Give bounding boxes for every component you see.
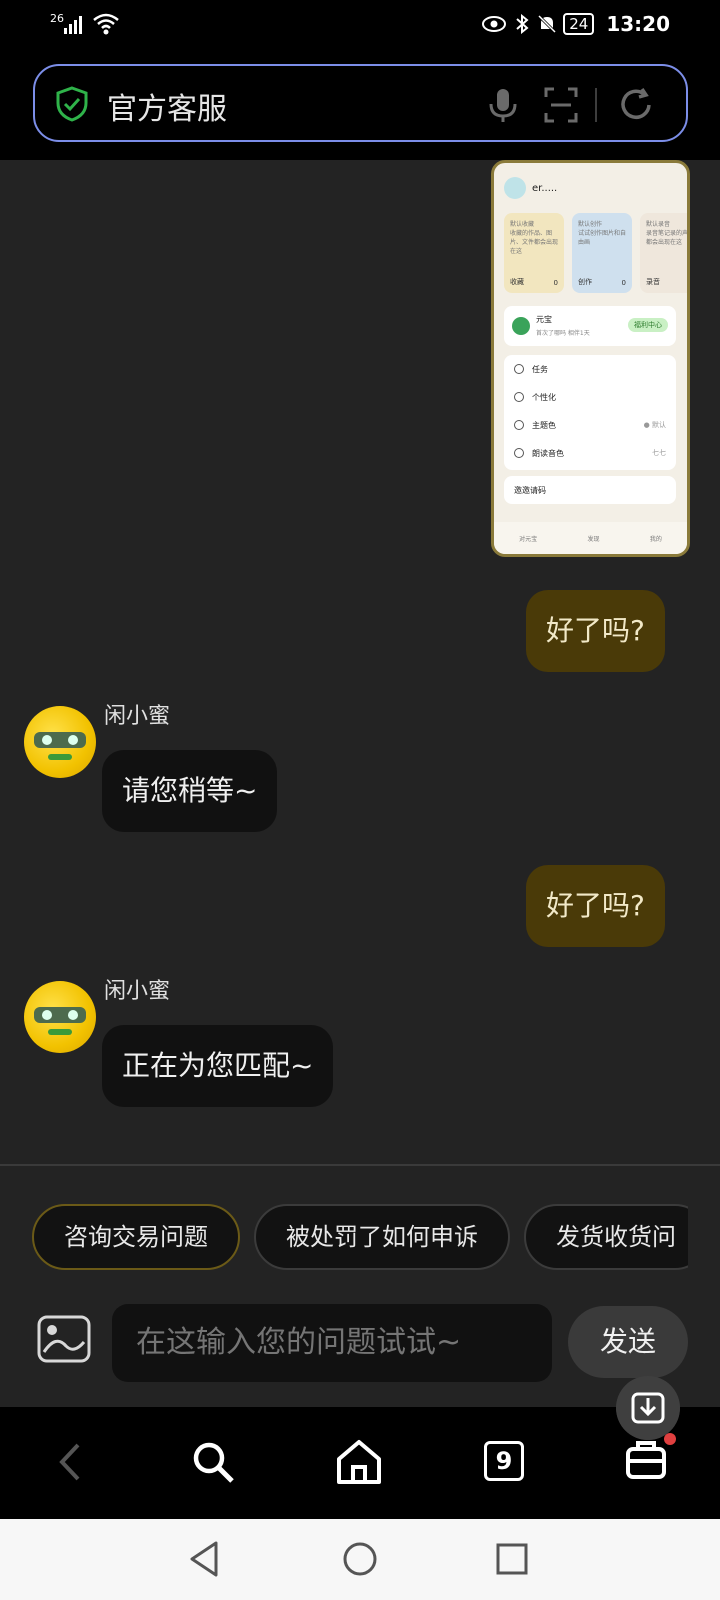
card-count: 0 xyxy=(621,279,626,287)
agent-avatar[interactable] xyxy=(24,981,96,1053)
list-item: 任务 xyxy=(504,355,676,383)
my-message-bubble[interactable]: 好了吗? xyxy=(526,590,665,672)
bluetooth-icon xyxy=(516,14,529,34)
vip-name: 元宝 xyxy=(536,315,552,324)
card-desc: 试试创作图片和自由画 xyxy=(578,230,627,246)
send-button[interactable]: 发送 xyxy=(568,1306,688,1378)
screenshot-card: 默认录音 录音笔记录的声音都会出现在这 录音 0 xyxy=(640,213,690,293)
screenshot-profile-header: er..... xyxy=(504,177,557,199)
quick-reply-bar[interactable]: 咨询交易问题 被处罚了如何申诉 发货收货问 xyxy=(32,1204,688,1270)
screenshot-profile-name: er..... xyxy=(532,182,558,194)
screenshot-nav-item: 对元宝 xyxy=(519,535,538,543)
message-input[interactable] xyxy=(112,1304,552,1382)
status-right-group: 24 13:20 xyxy=(481,12,670,36)
card-count: 0 xyxy=(553,279,558,287)
list-item-value: ● 默认 xyxy=(643,421,666,429)
back-arrow-icon[interactable] xyxy=(46,1437,96,1487)
quick-reply-chip[interactable]: 咨询交易问题 xyxy=(32,1204,240,1270)
list-item-label: 主题色 xyxy=(532,420,556,430)
waveform-icon xyxy=(514,448,524,458)
microphone-icon[interactable] xyxy=(485,86,521,124)
card-desc: 收藏的作品、图片、文件都会出现在这 xyxy=(510,230,559,255)
card-title: 默认创作 xyxy=(578,221,603,228)
screenshot-cards: 默认收藏 收藏的作品、图片、文件都会出现在这 收藏 0 默认创作 试试创作图片和… xyxy=(504,213,690,293)
list-item: 个性化 xyxy=(504,383,676,411)
sliders-icon xyxy=(514,392,524,402)
sender-name: 闲小蜜 xyxy=(104,704,171,729)
notification-dot xyxy=(664,1433,676,1445)
chat-footer: 咨询交易问题被处罚了如何申诉发货收货问 发送 xyxy=(0,1164,720,1407)
card-title: 默认录音 xyxy=(646,221,671,228)
agent-avatar[interactable] xyxy=(24,706,96,778)
alarm-icon xyxy=(514,364,524,374)
nav-recents-icon[interactable] xyxy=(492,1539,532,1579)
card-label: 收藏 xyxy=(510,278,524,286)
screenshot-card: 默认创作 试试创作图片和自由画 创作 0 xyxy=(572,213,632,293)
my-message-bubble[interactable]: 好了吗? xyxy=(526,865,665,947)
home-icon[interactable] xyxy=(334,1437,384,1487)
sender-name: 闲小蜜 xyxy=(104,979,171,1004)
list-item: 朗读音色 七七 xyxy=(504,439,676,467)
toolbox-button[interactable] xyxy=(624,1433,676,1487)
list-item-label: 朗读音色 xyxy=(532,448,564,458)
status-bar: 26 24 13:20 xyxy=(0,0,720,50)
card-desc: 录音笔记录的声音都会出现在这 xyxy=(646,230,690,246)
browser-bottom-nav: 9 xyxy=(0,1407,720,1519)
vip-subtitle: 首次了哪吗 相伴1天 xyxy=(536,330,590,337)
mute-bell-icon xyxy=(538,14,557,34)
screenshot-nav-item: 我的 xyxy=(649,535,662,543)
chat-area[interactable]: er..... 默认收藏 收藏的作品、图片、文件都会出现在这 收藏 0 默认创作… xyxy=(0,160,720,1164)
briefcase-icon xyxy=(626,1441,666,1479)
card-label: 录音 xyxy=(646,278,660,286)
palette-icon xyxy=(514,420,524,430)
download-icon[interactable] xyxy=(616,1376,680,1440)
cell-signal-icon xyxy=(64,16,82,34)
page-title: 官方客服 xyxy=(107,92,227,127)
card-label: 创作 xyxy=(578,278,592,286)
screenshot-bottom-nav: 对元宝 发现 我的 xyxy=(494,522,687,554)
shield-check-icon xyxy=(56,86,88,122)
nav-home-icon[interactable] xyxy=(340,1539,380,1579)
image-picker-icon[interactable] xyxy=(36,1314,92,1364)
clock: 13:20 xyxy=(606,12,670,36)
tabs-button[interactable]: 9 xyxy=(484,1441,534,1491)
yuanbao-logo-icon xyxy=(512,317,530,335)
list-item-value: 七七 xyxy=(652,449,666,457)
refresh-icon[interactable] xyxy=(615,84,657,126)
screenshot-card: 默认收藏 收藏的作品、图片、文件都会出现在这 收藏 0 xyxy=(504,213,564,293)
list-item-label: 任务 xyxy=(532,364,548,374)
screenshot-invite-row: 邀邀请码 xyxy=(504,476,676,504)
agent-message-bubble[interactable]: 请您稍等~ xyxy=(102,750,278,832)
search-icon[interactable] xyxy=(188,1437,238,1487)
wifi-icon xyxy=(93,13,119,35)
nav-back-icon[interactable] xyxy=(186,1539,226,1579)
address-bar[interactable]: 官方客服 xyxy=(33,64,688,142)
quick-reply-chip[interactable]: 被处罚了如何申诉 xyxy=(254,1204,510,1270)
screenshot-settings-list: 任务 个性化 主题色 ● 默认 朗读音色 七七 xyxy=(504,355,676,470)
list-item-label: 个性化 xyxy=(532,392,556,402)
list-item: 主题色 ● 默认 xyxy=(504,411,676,439)
system-nav-bar xyxy=(0,1519,720,1600)
card-title: 默认收藏 xyxy=(510,221,535,228)
agent-message-bubble[interactable]: 正在为您匹配~ xyxy=(102,1025,334,1107)
eye-icon xyxy=(482,16,507,32)
screenshot-avatar xyxy=(504,177,526,199)
vip-badge: 福利中心 xyxy=(628,318,668,332)
scan-icon[interactable] xyxy=(543,86,579,124)
browser-toolbar: 官方客服 xyxy=(0,50,720,160)
invite-row-label: 邀邀请码 xyxy=(514,485,546,495)
shared-screenshot-image[interactable]: er..... 默认收藏 收藏的作品、图片、文件都会出现在这 收藏 0 默认创作… xyxy=(491,160,690,557)
battery-indicator: 24 xyxy=(563,13,595,35)
tab-count: 9 xyxy=(484,1441,524,1481)
screenshot-nav-item: 发现 xyxy=(587,535,600,543)
toolbar-divider xyxy=(595,88,597,122)
screenshot-vip-row: 元宝 首次了哪吗 相伴1天 福利中心 xyxy=(504,306,676,346)
quick-reply-chip[interactable]: 发货收货问 xyxy=(524,1204,688,1270)
